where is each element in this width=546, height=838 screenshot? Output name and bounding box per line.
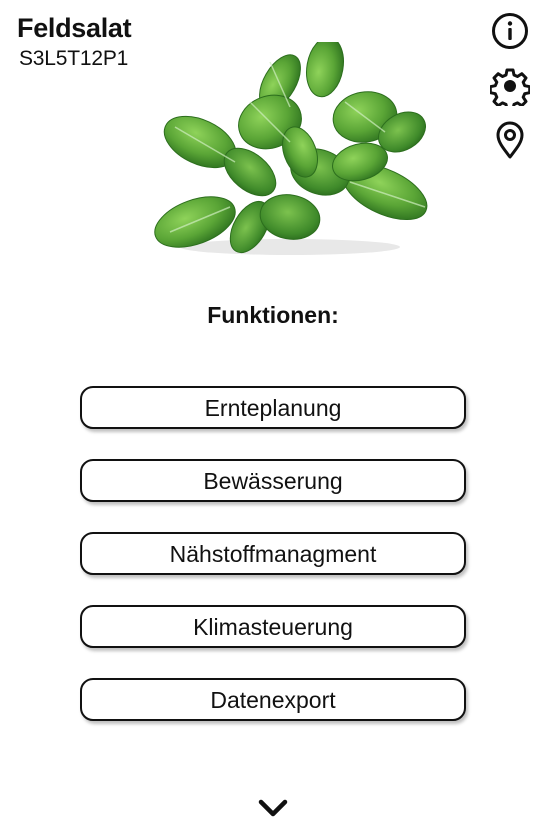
info-icon (492, 13, 528, 49)
climate-control-button[interactable]: Klimasteuerung (80, 605, 466, 648)
list-item: Nähstoffmanagment (80, 532, 466, 575)
info-button[interactable] (490, 11, 530, 51)
settings-button[interactable] (490, 66, 530, 106)
plant-image (140, 36, 440, 262)
list-item: Bewässerung (80, 459, 466, 502)
location-button[interactable] (490, 120, 530, 160)
irrigation-button[interactable]: Bewässerung (80, 459, 466, 502)
harvest-planning-button[interactable]: Ernteplanung (80, 386, 466, 429)
location-pin-icon (496, 121, 524, 159)
plant-id: S3L5T12P1 (19, 47, 129, 70)
page-title: Feldsalat (17, 13, 132, 43)
data-export-button[interactable]: Datenexport (80, 678, 466, 721)
expand-more-button[interactable] (253, 790, 293, 826)
chevron-down-icon (258, 799, 288, 817)
list-item: Klimasteuerung (80, 605, 466, 648)
functions-list: Ernteplanung Bewässerung Nähstoffmanagme… (80, 386, 466, 751)
nutrient-management-button[interactable]: Nähstoffmanagment (80, 532, 466, 575)
gear-icon (490, 68, 530, 106)
functions-heading: Funktionen: (207, 302, 339, 328)
list-item: Ernteplanung (80, 386, 466, 429)
list-item: Datenexport (80, 678, 466, 721)
